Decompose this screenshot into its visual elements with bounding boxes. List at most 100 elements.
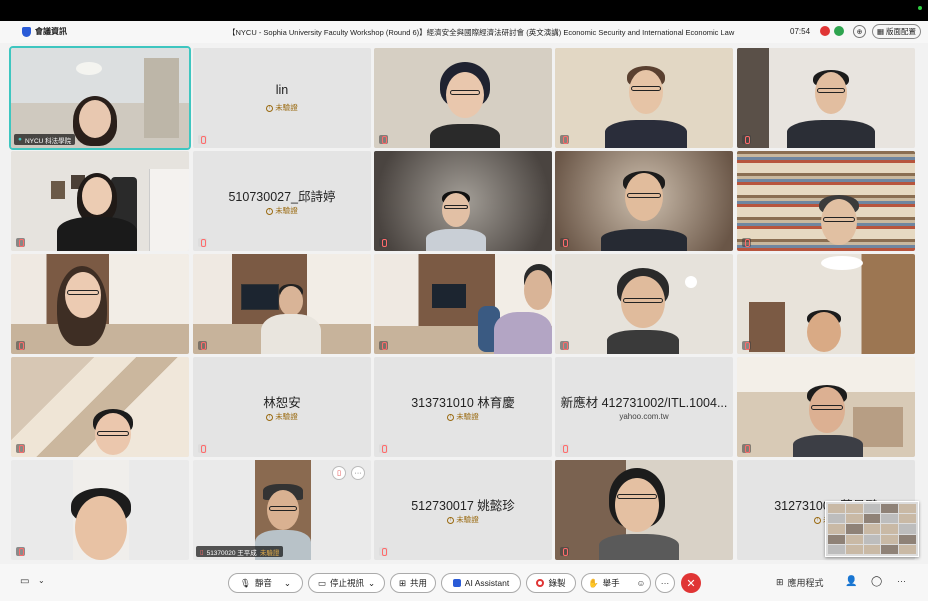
- participant-tile[interactable]: [555, 254, 733, 354]
- chevron-down-icon: ⌄: [283, 577, 291, 588]
- participant-grid: ● NYCU 科法學院 lin ! 未驗證 510730027_邱詩婷 ! 未驗…: [9, 46, 917, 560]
- mic-muted-icon: [379, 238, 388, 247]
- participant-tile[interactable]: [11, 151, 189, 251]
- close-icon: ✕: [686, 577, 696, 590]
- record-icon: [536, 579, 545, 587]
- more-icon: ···: [660, 578, 670, 588]
- participant-tile[interactable]: [374, 151, 552, 251]
- chevron-down-icon: ⌄: [367, 577, 376, 588]
- participant-name: lin: [275, 83, 289, 97]
- mic-muted-icon: [198, 444, 207, 453]
- mic-muted-icon: [379, 547, 388, 556]
- participant-tile[interactable]: 510730027_邱詩婷 ! 未驗證: [193, 151, 371, 251]
- unverified-status: ! 未驗證: [193, 205, 371, 216]
- layout-label: 版面配置: [886, 27, 917, 36]
- chevron-down-icon[interactable]: ⌄: [38, 576, 45, 585]
- mic-icon: 🎙: [240, 577, 251, 588]
- chat-icon[interactable]: ◯: [871, 576, 882, 587]
- mic-muted-icon: ▯: [200, 548, 204, 556]
- grid-icon: ▦: [876, 27, 885, 36]
- share-icon: ⊞: [398, 577, 407, 588]
- meeting-title: 【NYCU - Sophia University Faculty Worksh…: [228, 28, 735, 37]
- more-panels-icon[interactable]: ···: [897, 576, 906, 586]
- participant-tile[interactable]: [555, 48, 733, 148]
- record-button[interactable]: 錄製: [526, 573, 576, 593]
- system-top-bar: [0, 0, 928, 21]
- mic-muted-icon: [379, 341, 388, 350]
- participant-tile[interactable]: [11, 357, 189, 457]
- participant-name: 313731010 林育慶: [411, 396, 515, 410]
- recording-status-icon[interactable]: [820, 26, 830, 36]
- mic-muted-icon: [742, 135, 751, 144]
- mute-button[interactable]: 🎙 靜音 ⌄: [228, 573, 303, 593]
- participant-tile[interactable]: [737, 151, 915, 251]
- mic-muted-icon: [742, 444, 751, 453]
- stop-video-button[interactable]: ▭ 停止視訊 ⌄: [308, 573, 385, 593]
- participant-tile[interactable]: [555, 460, 733, 560]
- mic-muted-icon: [560, 238, 569, 247]
- connection-status-icon[interactable]: [834, 26, 844, 36]
- warning-icon: !: [814, 516, 821, 524]
- hand-icon: ✋: [588, 577, 599, 588]
- participant-tile[interactable]: [737, 254, 915, 354]
- participant-name: 510730027_邱詩婷: [228, 190, 336, 204]
- tile-more-button[interactable]: ···: [351, 466, 365, 480]
- zoom-icon[interactable]: ⊕: [853, 25, 866, 38]
- end-meeting-button[interactable]: ✕: [681, 573, 701, 593]
- participant-email: yahoo.com.tw: [619, 412, 669, 421]
- share-button[interactable]: ⊞ 共用: [390, 573, 436, 593]
- header-bar: 會議資訊 【NYCU - Sophia University Faculty W…: [0, 21, 928, 43]
- participant-tile[interactable]: ● NYCU 科法學院: [9, 46, 191, 150]
- participant-tile[interactable]: [374, 254, 552, 354]
- more-options-button[interactable]: ···: [655, 573, 675, 593]
- captions-icon[interactable]: ▭: [20, 576, 29, 587]
- mic-muted-icon: [198, 341, 207, 350]
- participant-tile[interactable]: [11, 460, 189, 560]
- participant-tile[interactable]: ▯ ··· ▯ 51370020 王平成 未驗證: [193, 460, 371, 560]
- warning-icon: !: [447, 413, 455, 421]
- mic-icon: ●: [18, 136, 22, 143]
- participant-tile[interactable]: [193, 254, 371, 354]
- mic-muted-icon: [16, 238, 25, 247]
- meeting-info-label: 會議資訊: [35, 27, 67, 36]
- reactions-button[interactable]: ☺: [631, 573, 651, 593]
- participants-icon[interactable]: 👤: [845, 576, 857, 587]
- participant-tile[interactable]: 林恕安 ! 未驗證: [193, 357, 371, 457]
- participant-tile[interactable]: 313731010 林育慶 ! 未驗證: [374, 357, 552, 457]
- mic-muted-icon: [560, 341, 569, 350]
- shield-icon: [22, 26, 31, 37]
- mic-muted-icon: [742, 238, 751, 247]
- apps-grid-icon: ⊞: [776, 577, 784, 587]
- participant-tile[interactable]: [737, 357, 915, 457]
- mic-muted-icon: [198, 135, 207, 144]
- unverified-status: ! 未驗證: [193, 102, 371, 113]
- ai-assistant-icon: [452, 579, 461, 587]
- ai-assistant-button[interactable]: AI Assistant: [441, 573, 521, 593]
- mic-muted-icon: [560, 444, 569, 453]
- unverified-status: ! 未驗證: [374, 411, 552, 422]
- video-camera-icon: ▭: [317, 577, 326, 588]
- self-view-thumbnail[interactable]: [825, 501, 919, 557]
- participant-name: 新應材 412731002/ITL.1004...: [560, 396, 728, 410]
- emoji-icon: ☺: [636, 578, 646, 588]
- participant-tile[interactable]: 512730017 姚懿珍 ! 未驗證: [374, 460, 552, 560]
- participant-tile[interactable]: [555, 151, 733, 251]
- participant-tile[interactable]: [374, 48, 552, 148]
- participant-tile[interactable]: lin ! 未驗證: [193, 48, 371, 148]
- mic-muted-icon: [379, 135, 388, 144]
- layout-button[interactable]: ▦ 版面配置: [872, 24, 921, 39]
- warning-icon: !: [266, 413, 274, 421]
- meeting-info-button[interactable]: 會議資訊: [22, 26, 67, 37]
- participant-tile[interactable]: [737, 48, 915, 148]
- participant-tile[interactable]: 新應材 412731002/ITL.1004... yahoo.com.tw: [555, 357, 733, 457]
- unverified-status: ! 未驗證: [374, 514, 552, 525]
- apps-button[interactable]: ⊞ 應用程式: [776, 576, 824, 589]
- unverified-status: ! 未驗證: [193, 411, 371, 422]
- participant-name: 512730017 姚懿珍: [411, 499, 515, 513]
- participant-name: 林恕安: [263, 396, 301, 410]
- mic-muted-icon: [198, 238, 207, 247]
- mic-muted-icon: [16, 341, 25, 350]
- mic-muted-icon: [379, 444, 388, 453]
- participant-tile[interactable]: [11, 254, 189, 354]
- tile-mute-button[interactable]: ▯: [332, 466, 346, 480]
